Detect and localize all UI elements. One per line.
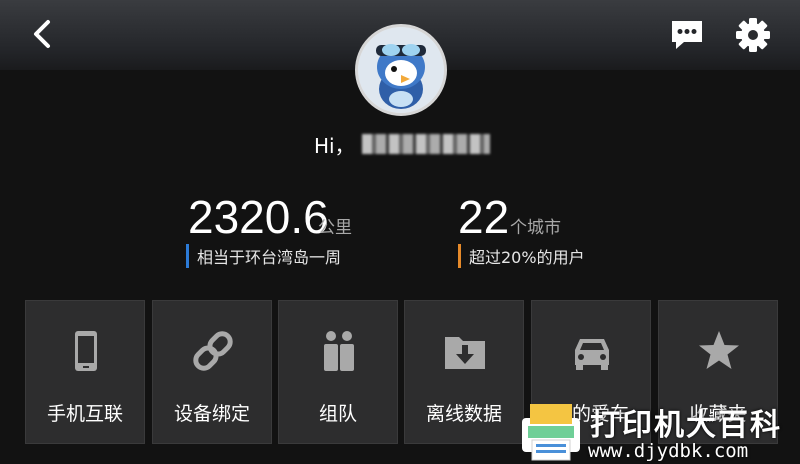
tile-label: 离线数据 xyxy=(425,403,502,425)
link-icon xyxy=(193,331,233,371)
cities-unit: 个城市 xyxy=(510,218,561,238)
tile-team[interactable]: 组队 xyxy=(278,300,398,444)
tile-label: 手机互联 xyxy=(46,403,123,425)
username-blurred xyxy=(362,134,490,154)
user-avatar[interactable] xyxy=(355,24,447,116)
star-icon xyxy=(699,331,739,369)
watermark-title: 打印机大百科 xyxy=(590,408,782,443)
download-folder-icon xyxy=(445,337,485,369)
tile-label: 设备绑定 xyxy=(173,403,250,425)
penguin-avatar-icon xyxy=(358,27,444,113)
cities-description: 超过20%的用户 xyxy=(458,244,585,268)
cities-value: 22 xyxy=(458,191,510,243)
settings-gear-icon[interactable] xyxy=(734,16,772,54)
message-icon[interactable] xyxy=(668,18,706,52)
distance-unit: 公里 xyxy=(318,218,352,238)
team-icon xyxy=(324,331,354,371)
tile-device-binding[interactable]: 设备绑定 xyxy=(152,300,272,444)
greeting-text: Hi， xyxy=(314,134,355,158)
distance-description: 相当于环台湾岛一周 xyxy=(186,244,341,268)
watermark-url: www.djydbk.com xyxy=(588,440,749,462)
back-icon[interactable] xyxy=(24,16,60,52)
car-icon xyxy=(575,339,609,370)
phone-icon xyxy=(75,331,97,371)
tile-label: 组队 xyxy=(318,403,357,425)
tile-phone-connect[interactable]: 手机互联 xyxy=(25,300,145,444)
distance-value: 2320.6 xyxy=(188,191,329,243)
tile-offline-data[interactable]: 离线数据 xyxy=(404,300,524,444)
